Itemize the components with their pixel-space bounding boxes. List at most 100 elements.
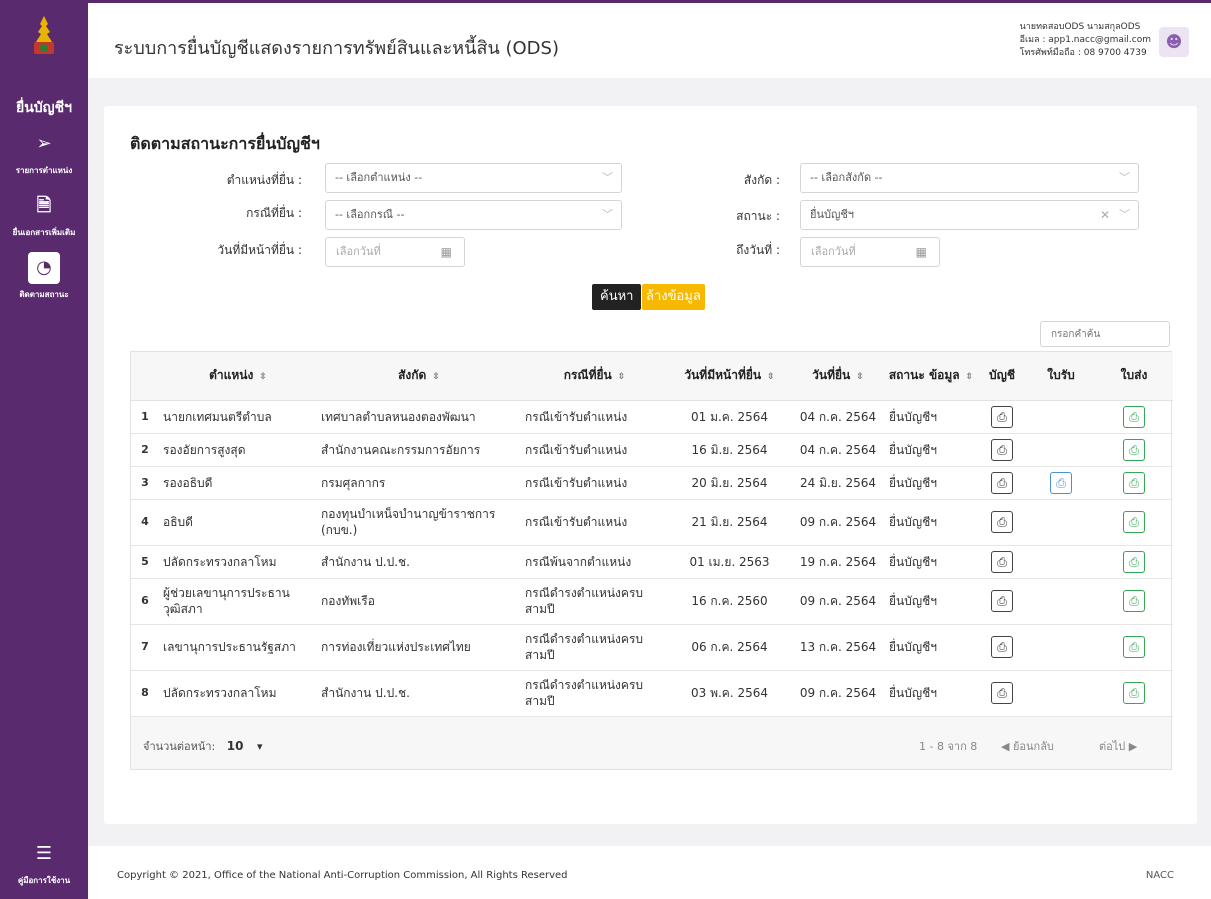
cell-account: ⎙ xyxy=(977,670,1027,717)
due-date-placeholder: เลือกวันที่ xyxy=(336,245,381,258)
cell-case: กรณีเข้ารับตำแหน่ง xyxy=(521,466,668,500)
cell-status: ยื่นบัญชีฯ xyxy=(885,545,977,579)
to-date-picker[interactable]: เลือกวันที่ ▦ xyxy=(800,237,940,267)
due-date-picker[interactable]: เลือกวันที่ ▦ xyxy=(325,237,465,267)
print-send-icon[interactable]: ⎙ xyxy=(1123,590,1145,612)
header: ระบบการยื่นบัญชีแสดงรายการทรัพย์สินและหน… xyxy=(88,0,1211,78)
user-name: นายทดสอบODS นามสกุลODS xyxy=(1019,22,1141,32)
cell-agency: การท่องเที่ยวแห่งประเทศไทย xyxy=(317,624,521,671)
cell-due-date: 01 ม.ค. 2564 xyxy=(668,400,791,434)
position-select[interactable]: -- เลือกตำแหน่ง -- ﹀ xyxy=(325,163,622,193)
col-header-due-date[interactable]: วันที่มีหน้าที่ยื่น ⇳ xyxy=(668,352,791,401)
cell-position: เลขานุการประธานรัฐสภา xyxy=(159,624,317,671)
sidebar-item-label: คู่มือการใช้งาน xyxy=(17,876,71,885)
clear-icon[interactable]: ✕ xyxy=(1100,201,1110,229)
prev-page-button[interactable]: ◀ ย้อนกลับ xyxy=(1001,737,1054,755)
sidebar-item-label: ติดตามสถานะ xyxy=(19,290,69,299)
cell-status: ยื่นบัญชีฯ xyxy=(885,433,977,467)
sidebar-item-manual[interactable]: ☰ คู่มือการใช้งาน xyxy=(0,838,88,887)
per-page-value: 10 xyxy=(226,738,244,753)
cell-position: รองอัยการสูงสุด xyxy=(159,433,317,467)
col-header-label: สถานะ ข้อมูล xyxy=(888,368,960,383)
sidebar-item-positions[interactable]: ➢ รายการตำแหน่ง xyxy=(0,128,88,177)
cell-send: ⎙ xyxy=(1095,466,1173,500)
cell-agency: กรมศุลกากร xyxy=(317,466,521,500)
cell-case: กรณีดำรงตำแหน่งครบสามปี xyxy=(521,670,668,717)
cell-filed-date: 19 ก.ค. 2564 xyxy=(791,545,885,579)
cell-send: ⎙ xyxy=(1095,578,1173,625)
case-select[interactable]: -- เลือกกรณี -- ﹀ xyxy=(325,200,622,230)
col-header-position[interactable]: ตำแหน่ง ⇳ xyxy=(159,352,317,401)
clear-button[interactable]: ล้างข้อมูล xyxy=(642,284,705,310)
cell-account: ⎙ xyxy=(977,545,1027,579)
cell-account: ⎙ xyxy=(977,466,1027,500)
cell-filed-date: 24 มิ.ย. 2564 xyxy=(791,466,885,500)
user-avatar-icon[interactable]: ☻ xyxy=(1159,27,1189,57)
print-account-icon[interactable]: ⎙ xyxy=(991,511,1013,533)
col-header-case[interactable]: กรณีที่ยื่น ⇳ xyxy=(521,352,668,401)
cell-send: ⎙ xyxy=(1095,545,1173,579)
cell-position: ผู้ช่วยเลขานุการประธานวุฒิสภา xyxy=(159,578,317,625)
cell-status: ยื่นบัญชีฯ xyxy=(885,624,977,671)
col-header-no xyxy=(131,352,159,401)
search-button[interactable]: ค้นหา xyxy=(592,284,642,310)
sidebar-item-additional-docs[interactable]: 🗎 ยื่นเอกสารเพิ่มเติม xyxy=(0,190,88,239)
position-label: ตำแหน่งที่ยื่น : xyxy=(226,173,302,187)
print-account-icon[interactable]: ⎙ xyxy=(991,550,1013,573)
cell-receipt xyxy=(1027,433,1095,467)
agency-select[interactable]: -- เลือกสังกัด -- ﹀ xyxy=(800,163,1139,193)
per-page-selector[interactable]: จำนวนต่อหน้า: 10 ▾ xyxy=(143,737,262,755)
user-email: อีเมล : app1.nacc@gmail.com xyxy=(1019,35,1151,45)
cell-agency: สำนักงาน ป.ป.ช. xyxy=(317,670,521,717)
col-header-receipt: ใบรับ xyxy=(1027,352,1095,401)
status-select[interactable]: ยื่นบัญชีฯ ✕ ﹀ xyxy=(800,200,1139,230)
agency-label: สังกัด : xyxy=(743,173,780,187)
keyword-search-input[interactable] xyxy=(1040,321,1170,347)
cell-due-date: 20 มิ.ย. 2564 xyxy=(668,466,791,500)
cell-receipt: ⎙ xyxy=(1027,466,1095,500)
sort-icon: ⇳ xyxy=(965,372,974,383)
print-account-icon[interactable]: ⎙ xyxy=(991,471,1013,494)
cell-account: ⎙ xyxy=(977,433,1027,467)
print-send-icon[interactable]: ⎙ xyxy=(1123,471,1145,494)
cell-no: 1 xyxy=(131,400,159,434)
print-send-icon[interactable]: ⎙ xyxy=(1123,550,1145,573)
cell-due-date: 06 ก.ค. 2564 xyxy=(668,624,791,671)
print-send-icon[interactable]: ⎙ xyxy=(1123,636,1145,658)
calendar-icon: ▦ xyxy=(440,245,452,259)
cell-receipt xyxy=(1027,400,1095,434)
cell-filed-date: 09 ก.ค. 2564 xyxy=(791,670,885,717)
print-send-icon[interactable]: ⎙ xyxy=(1123,405,1145,428)
cell-due-date: 16 มิ.ย. 2564 xyxy=(668,433,791,467)
print-account-icon[interactable]: ⎙ xyxy=(991,590,1013,612)
user-phone: โทรศัพท์มือถือ : 08 9700 4739 xyxy=(1019,48,1147,58)
print-account-icon[interactable]: ⎙ xyxy=(991,405,1013,428)
print-account-icon[interactable]: ⎙ xyxy=(991,636,1013,658)
cell-case: กรณีพ้นจากตำแหน่ง xyxy=(521,545,668,579)
print-send-icon[interactable]: ⎙ xyxy=(1123,682,1145,704)
document-add-icon: 🗎 xyxy=(36,195,52,216)
col-header-status[interactable]: สถานะ ข้อมูล ⇳ xyxy=(885,352,977,401)
sidebar-item-track-status[interactable]: ◔ ติดตามสถานะ xyxy=(0,252,88,301)
col-header-agency[interactable]: สังกัด ⇳ xyxy=(317,352,521,401)
cell-case: กรณีดำรงตำแหน่งครบสามปี xyxy=(521,624,668,671)
print-receipt-icon[interactable]: ⎙ xyxy=(1050,471,1072,494)
table-row: 2 รองอัยการสูงสุด สำนักงานคณะกรรมการอัยการ… xyxy=(131,433,1173,467)
cell-no: 8 xyxy=(131,670,159,717)
page-title: ติดตามสถานะการยื่นบัญชีฯ xyxy=(130,134,320,153)
print-account-icon[interactable]: ⎙ xyxy=(991,682,1013,704)
cell-position: นายกเทศมนตรีตำบล xyxy=(159,400,317,434)
cell-account: ⎙ xyxy=(977,624,1027,671)
col-header-send: ใบส่ง xyxy=(1095,352,1173,401)
col-header-account: บัญชี xyxy=(977,352,1027,401)
print-account-icon[interactable]: ⎙ xyxy=(991,438,1013,461)
print-send-icon[interactable]: ⎙ xyxy=(1123,438,1145,461)
print-send-icon[interactable]: ⎙ xyxy=(1123,511,1145,533)
to-date-label: ถึงวันที่ : xyxy=(736,243,780,257)
table-row: 1 นายกเทศมนตรีตำบล เทศบาลตำบลหนองตองพัฒนาก… xyxy=(131,400,1173,434)
sort-icon: ⇳ xyxy=(767,372,775,383)
next-page-button[interactable]: ต่อไป ▶ xyxy=(1099,737,1137,755)
table-row: 3 รองอธิบดี กรมศุลกากร กรณีเข้ารับตำแหน่ง 20… xyxy=(131,466,1173,500)
col-header-filed-date[interactable]: วันที่ยื่น ⇳ xyxy=(791,352,885,401)
cell-case: กรณีเข้ารับตำแหน่ง xyxy=(521,433,668,467)
